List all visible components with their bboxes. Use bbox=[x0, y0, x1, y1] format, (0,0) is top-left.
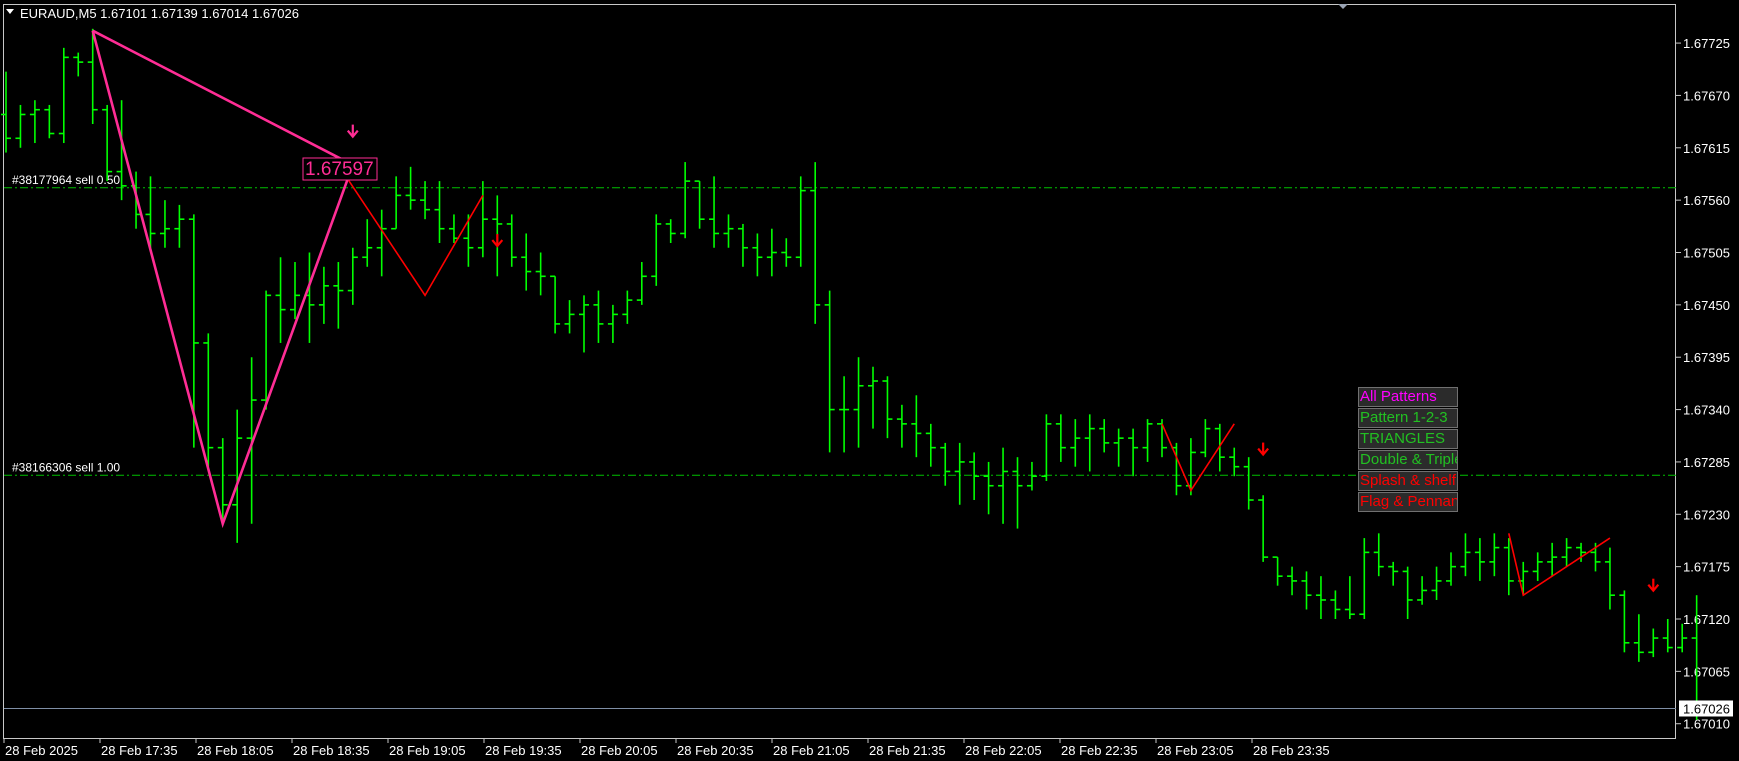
y-tick-label: 1.67670 bbox=[1683, 88, 1730, 103]
y-tick-label: 1.67065 bbox=[1683, 664, 1730, 679]
x-tick-label: 28 Feb 19:35 bbox=[485, 743, 562, 758]
symbol-info: EURAUD,M5 1.67101 1.67139 1.67014 1.6702… bbox=[20, 6, 299, 21]
x-tick-label: 28 Feb 23:35 bbox=[1253, 743, 1330, 758]
panel-button-splash-shelf[interactable]: Splash & shelf bbox=[1358, 471, 1458, 491]
y-tick-label: 1.67725 bbox=[1683, 36, 1730, 51]
x-tick-label: 28 Feb 19:05 bbox=[389, 743, 466, 758]
symbol-header: EURAUD,M5 1.67101 1.67139 1.67014 1.6702… bbox=[6, 6, 299, 21]
order-label: #38177964 sell 0.50 bbox=[12, 173, 120, 187]
panel-button-all-patterns[interactable]: All Patterns bbox=[1358, 387, 1458, 407]
y-tick-label: 1.67505 bbox=[1683, 246, 1730, 261]
y-tick-label: 1.67395 bbox=[1683, 350, 1730, 365]
y-tick-label: 1.67120 bbox=[1683, 612, 1730, 627]
pattern-panel: All Patterns Pattern 1-2-3 TRIANGLES Dou… bbox=[1358, 387, 1458, 513]
panel-button-double-triple[interactable]: Double & Triple bbox=[1358, 450, 1458, 470]
y-tick-label: 1.67340 bbox=[1683, 403, 1730, 418]
y-tick-label: 1.67615 bbox=[1683, 141, 1730, 156]
y-tick-label: 1.67175 bbox=[1683, 560, 1730, 575]
price-chart[interactable]: EURAUD,M5 1.67101 1.67139 1.67014 1.6702… bbox=[0, 0, 1739, 761]
x-tick-label: 28 Feb 21:05 bbox=[773, 743, 850, 758]
x-tick-label: 28 Feb 18:35 bbox=[293, 743, 370, 758]
y-tick-label: 1.67560 bbox=[1683, 193, 1730, 208]
panel-button-pattern-123[interactable]: Pattern 1-2-3 bbox=[1358, 408, 1458, 428]
x-tick-label: 28 Feb 22:35 bbox=[1061, 743, 1138, 758]
pattern-price-label-text: 1.67597 bbox=[305, 159, 374, 180]
x-tick-label: 28 Feb 20:05 bbox=[581, 743, 658, 758]
order-label: #38166306 sell 1.00 bbox=[12, 460, 120, 474]
x-tick-label: 28 Feb 18:05 bbox=[197, 743, 274, 758]
pattern-price-label: 1.67597 bbox=[302, 157, 378, 181]
y-tick-label: 1.67230 bbox=[1683, 507, 1730, 522]
x-tick-label: 28 Feb 20:35 bbox=[677, 743, 754, 758]
current-price-text: 1.67026 bbox=[1683, 701, 1730, 716]
x-tick-label: 28 Feb 22:05 bbox=[965, 743, 1042, 758]
x-tick-label: 28 Feb 23:05 bbox=[1157, 743, 1234, 758]
panel-button-triangles[interactable]: TRIANGLES bbox=[1358, 429, 1458, 449]
x-tick-label: 28 Feb 21:35 bbox=[869, 743, 946, 758]
y-tick-label: 1.67285 bbox=[1683, 455, 1730, 470]
panel-button-flag-pennant[interactable]: Flag & Pennant bbox=[1358, 492, 1458, 512]
y-tick-label: 1.67450 bbox=[1683, 298, 1730, 313]
x-tick-label: 28 Feb 2025 bbox=[5, 743, 78, 758]
chart-background bbox=[0, 0, 1739, 761]
x-tick-label: 28 Feb 17:35 bbox=[101, 743, 178, 758]
y-tick-label: 1.67010 bbox=[1683, 717, 1730, 732]
